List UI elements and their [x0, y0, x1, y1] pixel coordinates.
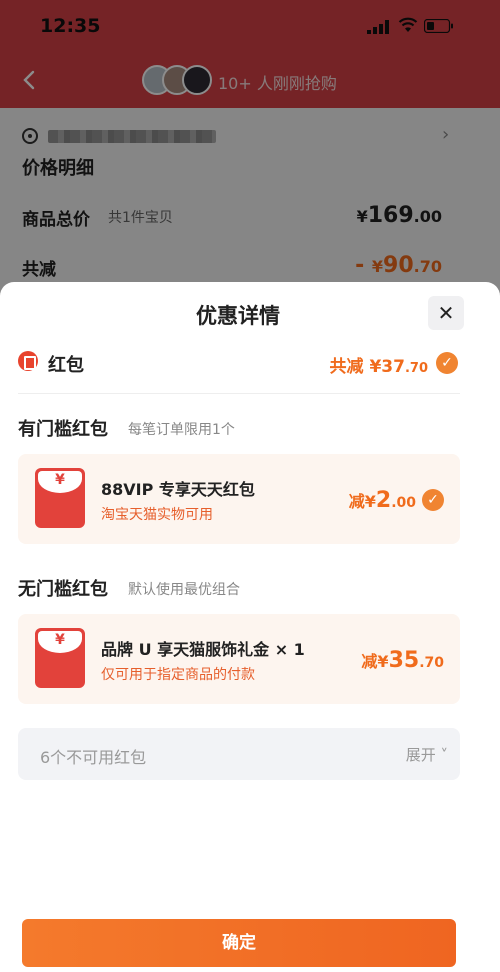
red-envelope-icon: ¥	[35, 628, 85, 688]
expand-button[interactable]: 展开 ˅	[406, 744, 448, 765]
unavailable-red-packets-row[interactable]: 6个不可用红包 展开 ˅	[18, 728, 460, 780]
chevron-down-icon: ˅	[440, 746, 449, 764]
section-sub-no-threshold: 默认使用最优组合	[128, 582, 240, 598]
check-icon[interactable]: ✓	[436, 352, 458, 374]
discount-details-sheet: 优惠详情 ✕ 红包 共减 ¥37.70 ✓ 有门槛红包 每笔订单限用1个 ¥ 8…	[0, 282, 500, 972]
card-sub: 仅可用于指定商品的付款	[101, 667, 255, 683]
sheet-title: 优惠详情	[196, 304, 280, 328]
card-title: 品牌 U 享天猫服饰礼金 × 1	[101, 640, 305, 659]
unavailable-count: 6个不可用红包	[40, 748, 147, 767]
section-sub-threshold: 每笔订单限用1个	[128, 422, 235, 438]
red-envelope-icon: ¥	[35, 468, 85, 528]
card-amount: 减¥35.70	[361, 648, 444, 673]
hongbao-total: 共减 ¥37.70	[329, 357, 428, 377]
close-button[interactable]: ✕	[428, 296, 464, 330]
check-icon[interactable]: ✓	[422, 489, 444, 511]
confirm-button[interactable]: 确定	[22, 919, 456, 967]
divider	[18, 393, 460, 394]
section-title-no-threshold: 无门槛红包	[18, 579, 108, 600]
hongbao-summary-row[interactable]: 红包 共减 ¥37.70 ✓	[18, 350, 458, 378]
red-packet-card-88vip[interactable]: ¥ 88VIP 专享天天红包 淘宝天猫实物可用 减¥2.00 ✓	[18, 454, 460, 544]
section-title-threshold: 有门槛红包	[18, 419, 108, 440]
red-packet-icon	[18, 351, 38, 371]
card-title: 88VIP 专享天天红包	[101, 480, 255, 499]
card-amount: 减¥2.00	[348, 488, 416, 513]
hongbao-label: 红包	[48, 355, 84, 376]
card-sub: 淘宝天猫实物可用	[101, 507, 213, 523]
red-packet-card-brand[interactable]: ¥ 品牌 U 享天猫服饰礼金 × 1 仅可用于指定商品的付款 减¥35.70	[18, 614, 460, 704]
